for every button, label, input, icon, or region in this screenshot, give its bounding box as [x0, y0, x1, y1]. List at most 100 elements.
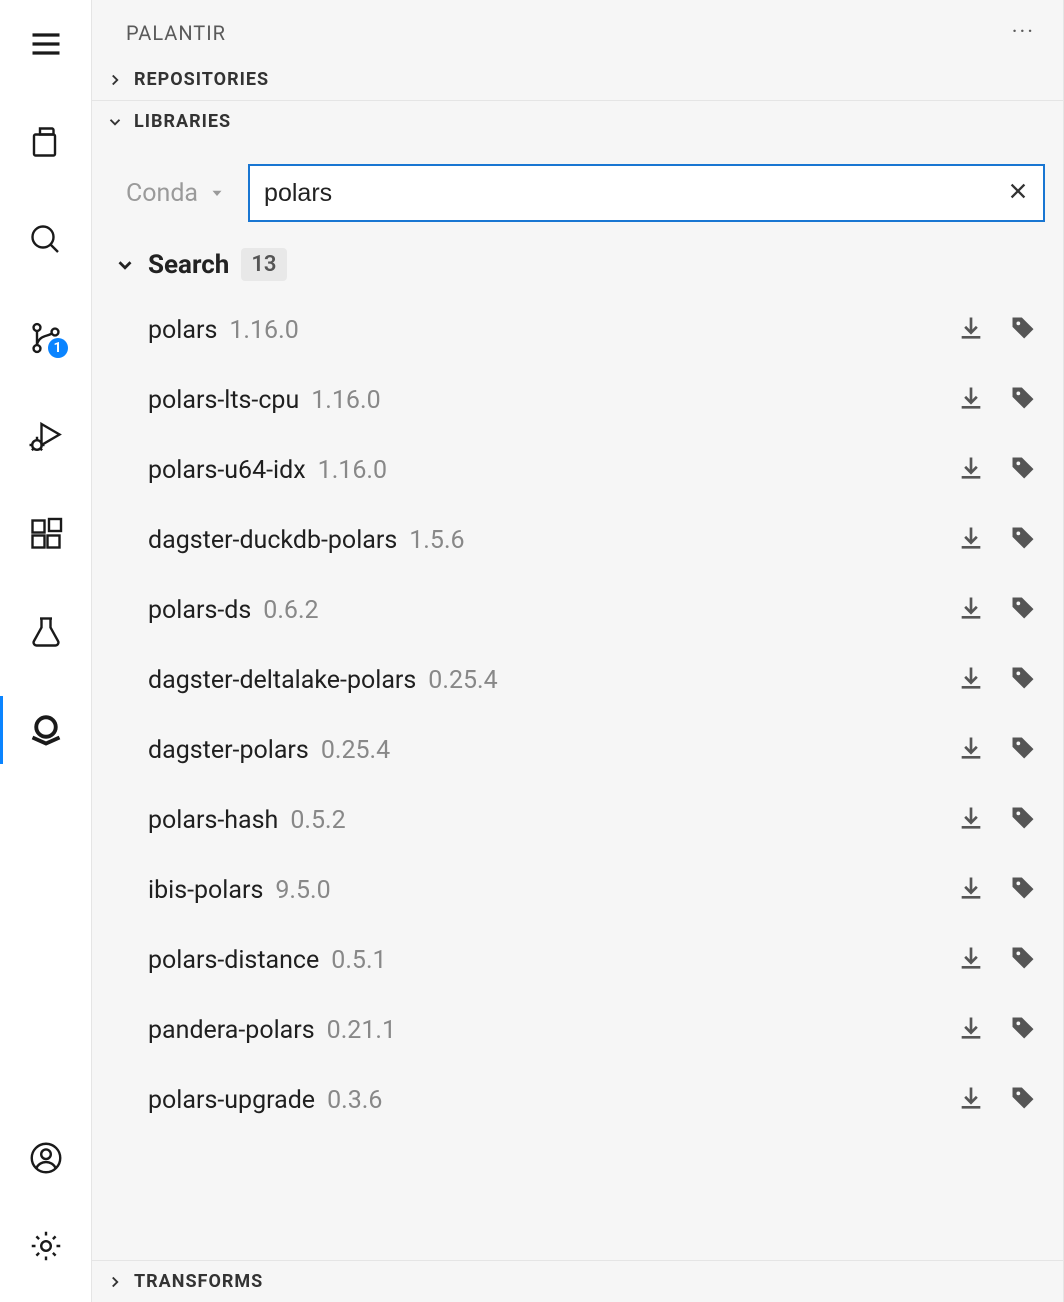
source-selector-label: Conda: [126, 179, 198, 208]
package-row[interactable]: pandera-polars 0.21.1: [92, 995, 1063, 1065]
section-transforms[interactable]: TRANSFORMS: [92, 1260, 1063, 1302]
app-root: 1 PALANTIR ··: [0, 0, 1064, 1302]
package-version: 1.16.0: [229, 316, 298, 345]
library-search-input[interactable]: [248, 164, 1045, 222]
download-icon[interactable]: [957, 314, 985, 346]
results-count: 13: [241, 248, 286, 281]
extensions-icon[interactable]: [0, 506, 92, 562]
package-version: 1.5.6: [409, 526, 464, 555]
tag-icon[interactable]: [1009, 944, 1037, 976]
activity-bottom-group: [0, 1130, 92, 1302]
download-icon[interactable]: [957, 594, 985, 626]
tag-icon[interactable]: [1009, 664, 1037, 696]
package-actions: [957, 804, 1037, 836]
tag-icon[interactable]: [1009, 1014, 1037, 1046]
package-name: polars-lts-cpu: [148, 386, 299, 415]
package-actions: [957, 1084, 1037, 1116]
package-row[interactable]: polars-distance0.5.1: [92, 925, 1063, 995]
download-icon[interactable]: [957, 384, 985, 416]
download-icon[interactable]: [957, 734, 985, 766]
chevron-right-icon: [106, 71, 124, 89]
package-version: 0.5.2: [290, 806, 345, 835]
tag-icon[interactable]: [1009, 594, 1037, 626]
package-actions: [957, 734, 1037, 766]
package-name: polars-upgrade: [148, 1086, 315, 1115]
tag-icon[interactable]: [1009, 874, 1037, 906]
package-name: dagster-duckdb-polars: [148, 526, 397, 555]
package-actions: [957, 524, 1037, 556]
section-transforms-label: TRANSFORMS: [134, 1271, 263, 1292]
package-row[interactable]: polars 1.16.0: [92, 295, 1063, 365]
source-control-icon[interactable]: 1: [0, 310, 92, 366]
tag-icon[interactable]: [1009, 1084, 1037, 1116]
close-icon: [1007, 180, 1029, 202]
menu-icon[interactable]: [0, 16, 92, 72]
package-row[interactable]: dagster-duckdb-polars 1.5.6: [92, 505, 1063, 575]
package-name: polars-hash: [148, 806, 278, 835]
settings-gear-icon[interactable]: [0, 1218, 92, 1274]
package-name: polars: [148, 316, 217, 345]
tag-icon[interactable]: [1009, 804, 1037, 836]
package-actions: [957, 454, 1037, 486]
package-version: 0.25.4: [321, 736, 390, 765]
package-row[interactable]: dagster-polars 0.25.4: [92, 715, 1063, 785]
scm-badge: 1: [48, 338, 68, 358]
palantir-icon[interactable]: [0, 702, 92, 758]
download-icon[interactable]: [957, 1084, 985, 1116]
tag-icon[interactable]: [1009, 734, 1037, 766]
explorer-icon[interactable]: [0, 114, 92, 170]
search-row: Conda: [92, 142, 1063, 240]
run-debug-icon[interactable]: [0, 408, 92, 464]
tag-icon[interactable]: [1009, 524, 1037, 556]
package-actions: [957, 664, 1037, 696]
download-icon[interactable]: [957, 454, 985, 486]
results-header[interactable]: Search 13: [92, 240, 1063, 295]
package-version: 0.6.2: [263, 596, 318, 625]
chevron-right-icon: [106, 1273, 124, 1291]
package-actions: [957, 594, 1037, 626]
package-version: 1.16.0: [318, 456, 387, 485]
package-name: pandera-polars: [148, 1016, 315, 1045]
package-row[interactable]: polars-u64-idx1.16.0: [92, 435, 1063, 505]
package-actions: [957, 314, 1037, 346]
source-selector[interactable]: Conda: [126, 179, 226, 208]
download-icon[interactable]: [957, 804, 985, 836]
section-repositories[interactable]: REPOSITORIES: [92, 59, 1063, 100]
package-row[interactable]: polars-upgrade 0.3.6: [92, 1065, 1063, 1135]
chevron-down-icon: [114, 254, 136, 276]
package-version: 9.5.0: [275, 876, 330, 905]
package-name: dagster-polars: [148, 736, 309, 765]
package-row[interactable]: dagster-deltalake-polars0.25.4: [92, 645, 1063, 715]
activity-top-group: 1: [0, 16, 92, 1130]
panel-more-icon[interactable]: ···: [1004, 16, 1043, 49]
package-name: polars-distance: [148, 946, 319, 975]
side-panel: PALANTIR ··· REPOSITORIES LIBRARIES Cond…: [92, 0, 1064, 1302]
section-libraries[interactable]: LIBRARIES: [92, 100, 1063, 142]
download-icon[interactable]: [957, 944, 985, 976]
download-icon[interactable]: [957, 1014, 985, 1046]
package-version: 1.16.0: [311, 386, 380, 415]
package-row[interactable]: polars-hash 0.5.2: [92, 785, 1063, 855]
download-icon[interactable]: [957, 874, 985, 906]
package-row[interactable]: polars-ds0.6.2: [92, 575, 1063, 645]
package-row[interactable]: ibis-polars 9.5.0: [92, 855, 1063, 925]
package-version: 0.3.6: [327, 1086, 382, 1115]
tag-icon[interactable]: [1009, 314, 1037, 346]
download-icon[interactable]: [957, 524, 985, 556]
clear-search-button[interactable]: [1001, 174, 1035, 212]
accounts-icon[interactable]: [0, 1130, 92, 1186]
section-libraries-label: LIBRARIES: [134, 111, 231, 132]
download-icon[interactable]: [957, 664, 985, 696]
testing-icon[interactable]: [0, 604, 92, 660]
package-name: dagster-deltalake-polars: [148, 666, 416, 695]
activity-bar: 1: [0, 0, 92, 1302]
package-name: ibis-polars: [148, 876, 263, 905]
package-row[interactable]: polars-lts-cpu 1.16.0: [92, 365, 1063, 435]
package-version: 0.21.1: [327, 1016, 396, 1045]
package-list: polars1.16.0polars-lts-cpu1.16.0polars-u…: [92, 295, 1063, 1135]
search-input-wrap: [248, 164, 1045, 222]
tag-icon[interactable]: [1009, 384, 1037, 416]
search-icon[interactable]: [0, 212, 92, 268]
tag-icon[interactable]: [1009, 454, 1037, 486]
package-actions: [957, 874, 1037, 906]
